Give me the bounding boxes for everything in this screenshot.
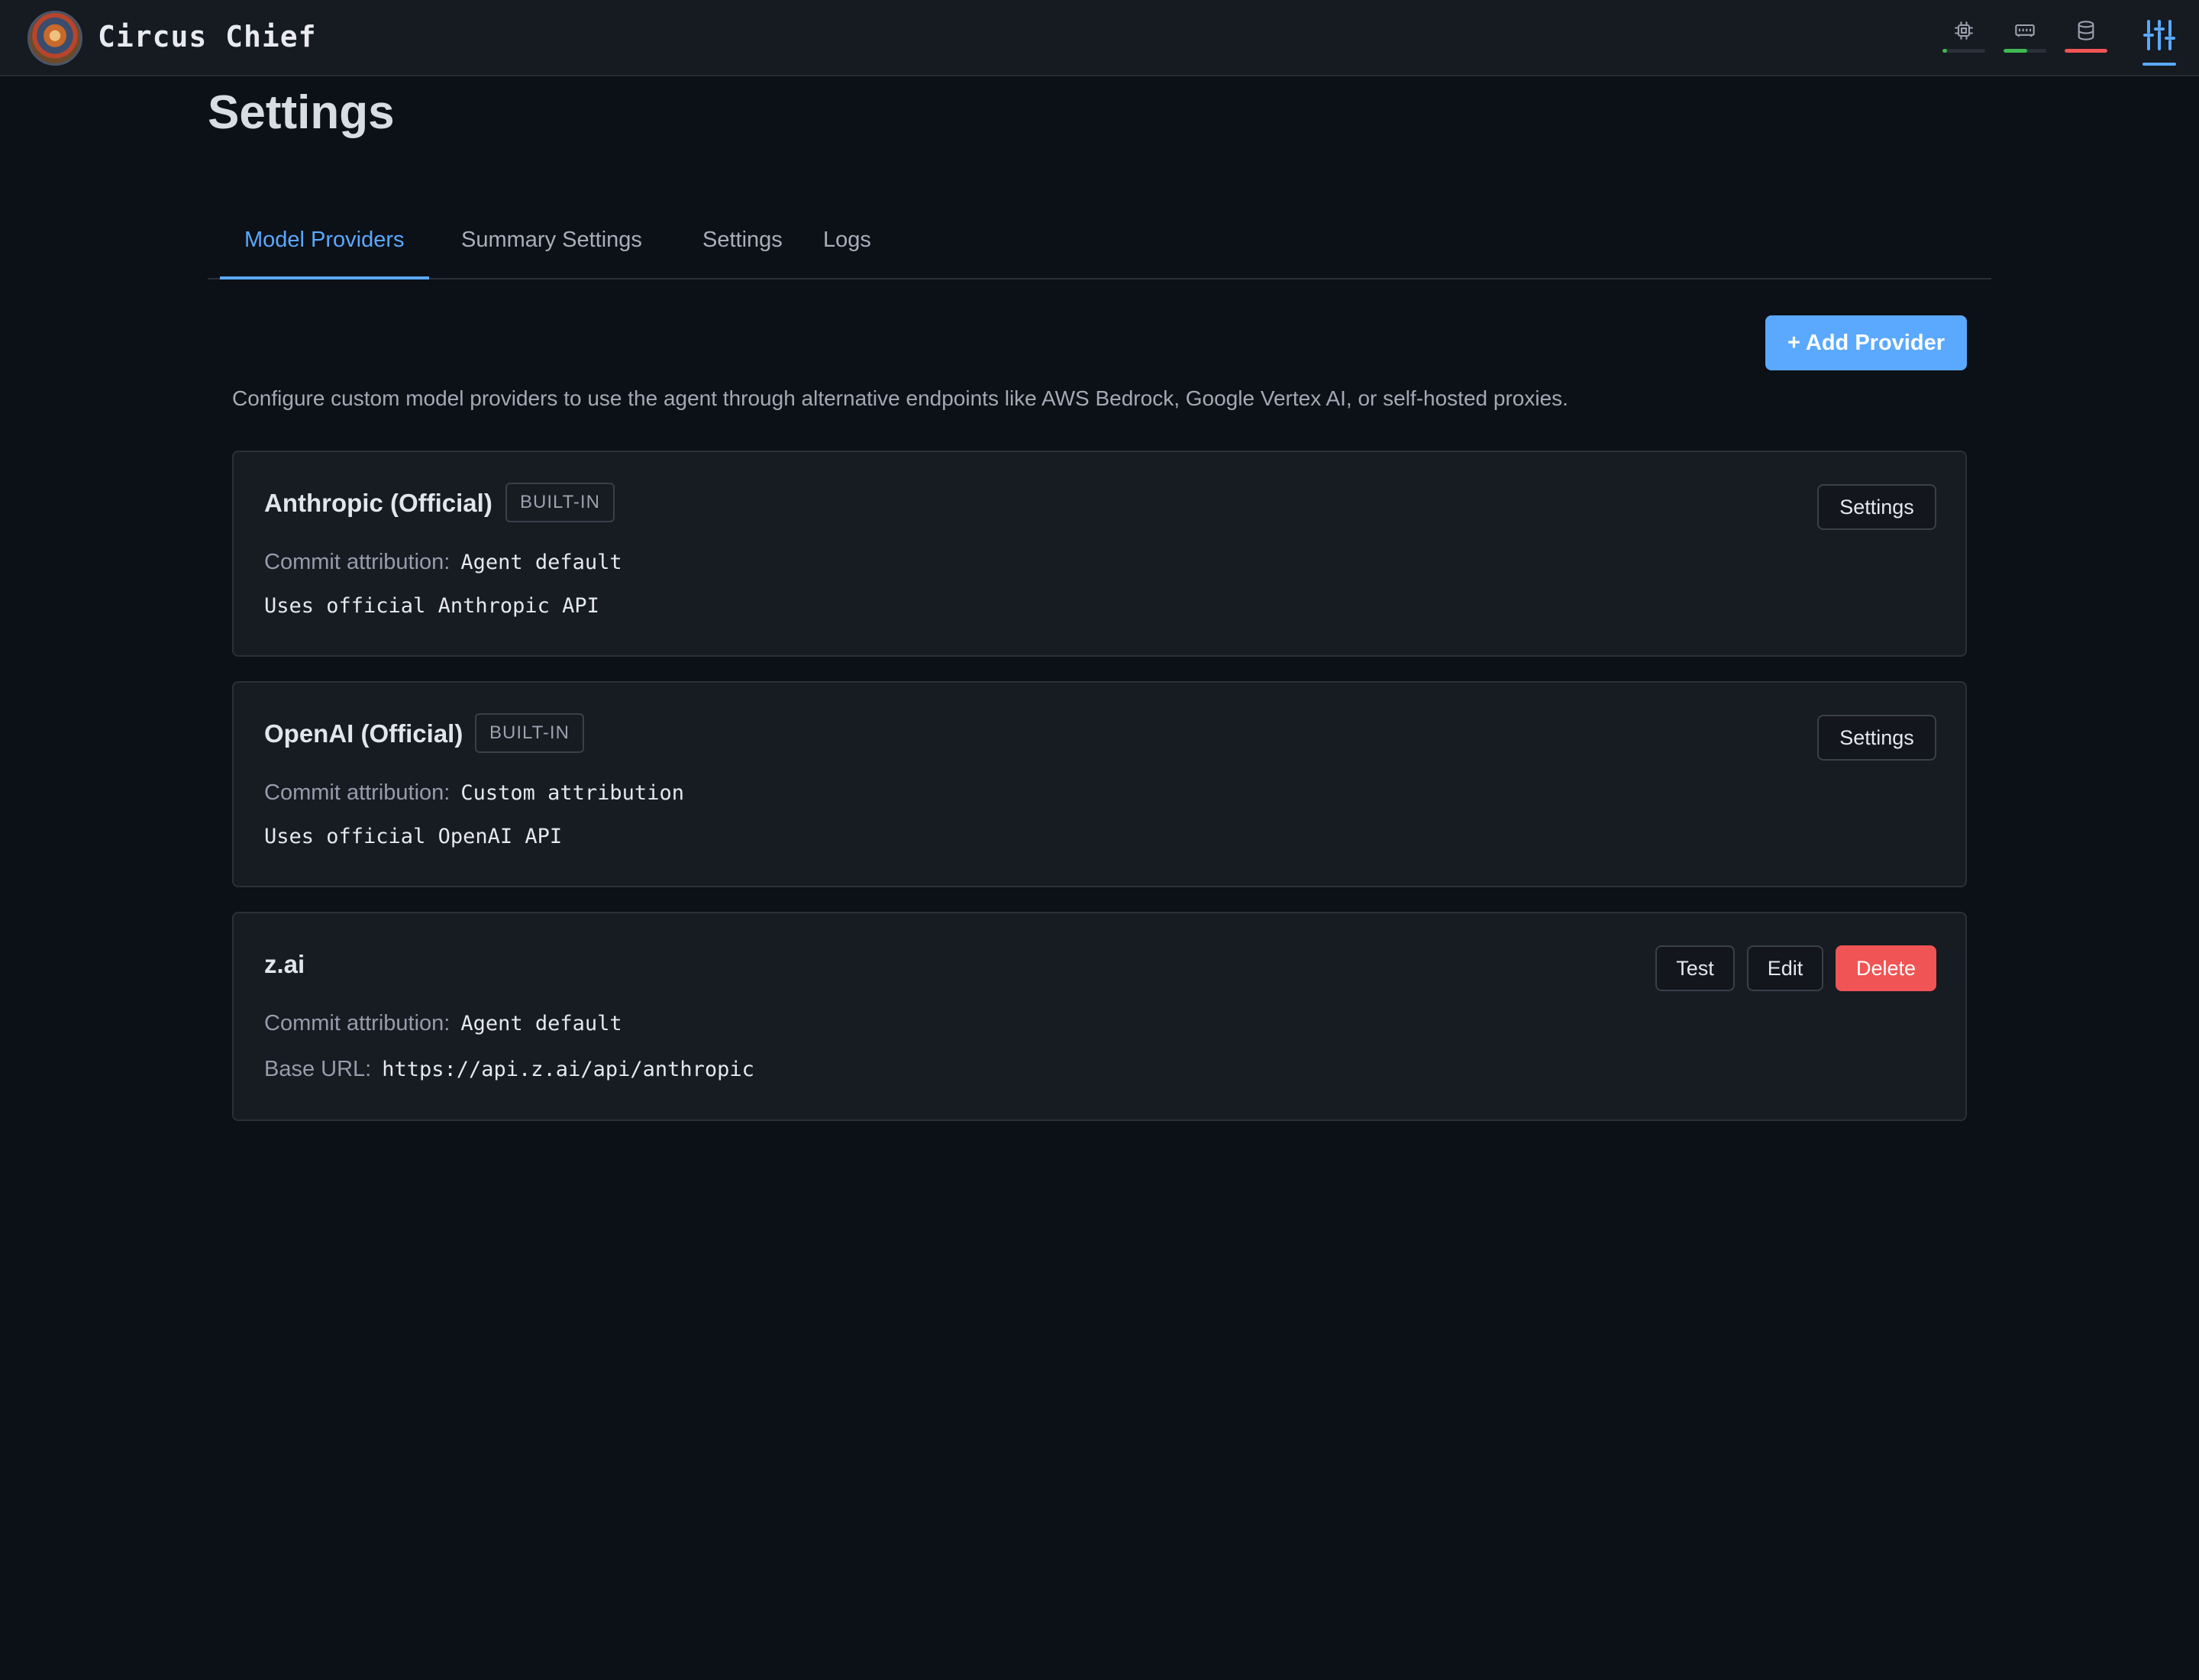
- app-logo[interactable]: [27, 11, 82, 66]
- commit-attribution-value: Agent default: [460, 551, 622, 574]
- edit-button[interactable]: Edit: [1747, 945, 1823, 991]
- active-indicator: [2142, 63, 2176, 66]
- settings-toggle-button[interactable]: [2141, 17, 2179, 69]
- memory-status[interactable]: [2004, 20, 2046, 57]
- commit-attribution-label: Commit attribution:: [264, 1011, 450, 1035]
- memory-icon: [2015, 24, 2035, 37]
- provider-note-row: Uses official Anthropic API: [264, 594, 599, 618]
- built-in-badge: BUILT-IN: [505, 483, 615, 522]
- disk-meter: [2065, 49, 2107, 53]
- commit-attribution-label: Commit attribution:: [264, 780, 450, 805]
- memory-meter-fill: [2004, 49, 2027, 53]
- sliders-icon: [2143, 20, 2175, 50]
- provider-card-zai: z.ai Test Edit Delete Commit attribution…: [232, 912, 1967, 1121]
- tab-model-providers[interactable]: Model Providers: [220, 205, 429, 279]
- tab-settings[interactable]: Settings: [678, 205, 807, 278]
- tab-summary-settings[interactable]: Summary Settings: [437, 205, 667, 278]
- base-url-row: Base URL: https://api.z.ai/api/anthropic: [264, 1057, 754, 1082]
- provider-card-openai: OpenAI (Official) BUILT-IN Settings Comm…: [232, 681, 1967, 887]
- disk-meter-fill: [2065, 49, 2107, 53]
- app-title[interactable]: Circus Chief: [98, 20, 317, 53]
- memory-meter: [2004, 49, 2046, 53]
- database-icon: [2078, 21, 2094, 40]
- provider-note-row: Uses official OpenAI API: [264, 825, 562, 848]
- provider-name: OpenAI (Official): [264, 719, 463, 748]
- provider-settings-button[interactable]: Settings: [1817, 715, 1936, 761]
- commit-attribution-row: Commit attribution: Custom attribution: [264, 780, 684, 806]
- commit-attribution-value: Custom attribution: [460, 781, 684, 805]
- provider-note: Uses official OpenAI API: [264, 825, 563, 848]
- providers-description: Configure custom model providers to use …: [232, 386, 1568, 410]
- disk-status[interactable]: [2065, 20, 2107, 57]
- provider-settings-button[interactable]: Settings: [1817, 484, 1936, 530]
- provider-name: Anthropic (Official): [264, 489, 492, 517]
- tab-logs[interactable]: Logs: [799, 205, 896, 278]
- page-title: Settings: [208, 86, 395, 139]
- provider-card-anthropic: Anthropic (Official) BUILT-IN Settings C…: [232, 451, 1967, 657]
- commit-attribution-label: Commit attribution:: [264, 550, 450, 574]
- settings-tabs: Model Providers Summary Settings Setting…: [208, 205, 1991, 279]
- base-url-value: https://api.z.ai/api/anthropic: [382, 1058, 754, 1081]
- built-in-badge: BUILT-IN: [475, 713, 584, 753]
- commit-attribution-row: Commit attribution: Agent default: [264, 550, 622, 575]
- cpu-meter-fill: [1942, 49, 1947, 53]
- base-url-label: Base URL:: [264, 1057, 372, 1081]
- cpu-icon: [1955, 21, 1973, 40]
- provider-note: Uses official Anthropic API: [264, 594, 599, 618]
- provider-name: z.ai: [264, 950, 305, 978]
- commit-attribution-value: Agent default: [460, 1012, 622, 1035]
- top-bar: Circus Chief: [0, 0, 2199, 76]
- cpu-status[interactable]: [1942, 20, 1985, 57]
- add-provider-button[interactable]: + Add Provider: [1765, 315, 1967, 370]
- cpu-meter: [1942, 49, 1985, 53]
- delete-button[interactable]: Delete: [1836, 945, 1936, 991]
- test-button[interactable]: Test: [1655, 945, 1735, 991]
- commit-attribution-row: Commit attribution: Agent default: [264, 1011, 622, 1036]
